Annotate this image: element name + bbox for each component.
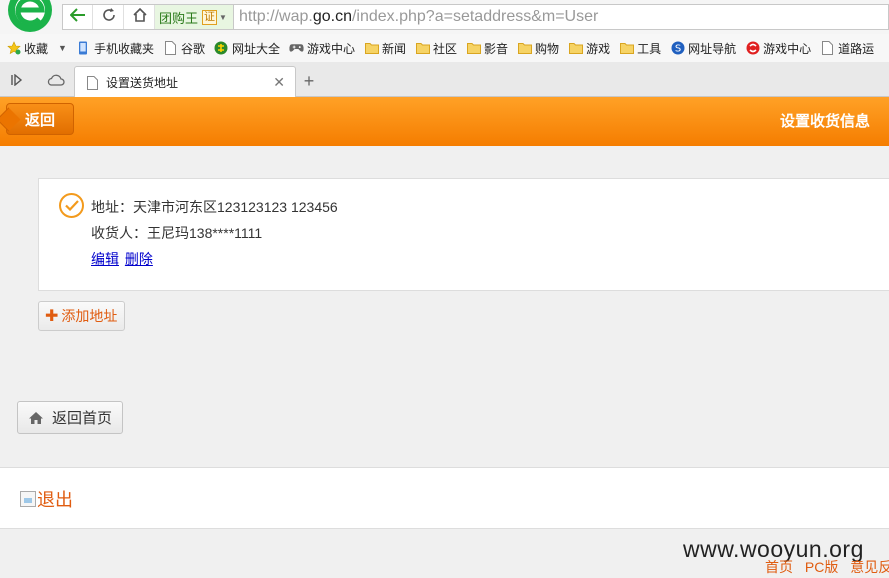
browser-logo-icon [6,0,54,34]
bookmark-item[interactable]: 网址大全 [214,40,280,57]
star-icon [6,41,21,55]
back-nav-button[interactable] [63,5,93,29]
reload-button[interactable] [94,5,124,29]
footer-link-feedback[interactable]: 意见反馈 [850,559,889,575]
address-actions: 编辑 删除 [91,249,155,269]
return-home-label: 返回首页 [52,410,113,427]
bookmark-item[interactable]: 手机收藏夹 [76,40,154,57]
close-icon[interactable]: ✕ [273,74,285,91]
bookmark-label: 影音 [484,41,509,56]
new-tab-button[interactable]: + [298,71,320,91]
reload-icon [102,7,116,27]
bookmark-label: 网址大全 [231,41,280,56]
bookmark-label: 新闻 [382,41,407,56]
bookmark-label: 游戏中心 [306,41,355,56]
svg-text:S: S [674,44,680,55]
plus-icon: ✚ [45,308,59,325]
sidebar-toggle-icon[interactable] [9,71,27,89]
tab-bar: 设置送货地址 ✕ + [0,62,889,98]
footer: 退出 [0,467,889,529]
bookmark-item[interactable]: 谷歌 [163,40,205,57]
bookmark-label: 收藏 [24,41,49,56]
globe-icon [214,41,229,55]
certificate-icon: 证 [202,9,218,25]
address-text: 地址：天津市河东区123123123 123456 [91,199,338,215]
bookmark-item[interactable]: 工具 [619,40,661,57]
folder-icon [466,41,481,55]
url-host: go.cn [312,8,352,25]
arrow-left-icon [69,7,86,27]
bookmark-label: 谷歌 [180,41,205,56]
site-badge-label: 团购王 [159,10,199,26]
gamepad-icon [289,41,304,55]
back-button[interactable]: 返回 [6,103,74,135]
folder-icon [568,41,583,55]
home-nav-button[interactable] [125,5,155,29]
checkmark-icon[interactable] [59,193,84,218]
bottom-links: 首页 PC版 意见反馈 [765,557,889,577]
return-home-button[interactable]: 返回首页 [17,401,123,434]
page-title: 设置收货信息 [779,113,870,130]
bookmark-label: 网址导航 [688,41,737,56]
broken-image-icon [20,491,36,507]
bookmark-label: 道路运 [838,41,875,56]
bookmark-item[interactable]: 影音 [466,40,508,57]
delete-link[interactable]: 删除 [125,251,153,267]
bookmark-item[interactable]: 游戏中心 [745,40,811,57]
back-button-label: 返回 [25,111,56,129]
address-card[interactable]: 地址：天津市河东区123123123 123456 收货人：王尼玛138****… [38,178,889,291]
tab-title: 设置送货地址 [106,76,179,90]
url-prefix: http://wap. [239,8,313,25]
page-icon [163,41,178,55]
url-path: /index.php?a=setaddress&m=User [351,8,599,25]
bookmarks-bar: 收藏 ▼ 手机收藏夹 谷歌 网址大全 游戏中心 新闻 社区 影音 购物 游戏 工… [0,34,889,62]
add-address-label: 添加地址 [61,308,118,324]
logout-link[interactable]: 退出 [20,486,73,512]
edit-link[interactable]: 编辑 [91,251,119,267]
bookmark-item[interactable]: S 网址导航 [670,40,736,57]
home-icon [28,411,44,425]
sogou-icon: S [670,41,685,55]
receiver-text: 收货人：王尼玛138****1111 [91,225,263,241]
bookmark-label: 购物 [535,41,560,56]
bookmark-label: 手机收藏夹 [93,41,154,56]
phone-icon [76,41,91,55]
logout-label: 退出 [37,490,73,510]
game-s-icon [745,41,760,55]
bookmark-item[interactable]: 收藏 ▼ [6,40,67,57]
url-text[interactable]: http://wap.go.cn/index.php?a=setaddress&… [239,5,598,29]
bookmark-label: 游戏中心 [763,41,812,56]
address-bar[interactable]: 团购王 证 ▼ http://wap.go.cn/index.php?a=set… [62,4,889,30]
add-address-button[interactable]: ✚ 添加地址 [38,301,125,331]
browser-address-row: 团购王 证 ▼ http://wap.go.cn/index.php?a=set… [0,0,889,34]
home-icon [132,7,147,27]
page-header: 返回 设置收货信息 [0,97,889,146]
dropdown-triangle-icon: ▼ [219,12,227,22]
tab-active[interactable]: 设置送货地址 ✕ [74,66,296,98]
footer-link-home[interactable]: 首页 [765,559,793,575]
bookmark-item[interactable]: 新闻 [364,40,406,57]
bookmark-label: 社区 [433,41,458,56]
site-identity-badge[interactable]: 团购王 证 ▼ [155,5,234,29]
cloud-icon[interactable] [47,71,65,89]
footer-link-pc[interactable]: PC版 [805,559,838,575]
bookmark-item[interactable]: 游戏 [568,40,610,57]
bookmark-item[interactable]: 游戏中心 [289,40,355,57]
bookmark-label: 游戏 [586,41,611,56]
folder-icon [619,41,634,55]
bookmark-item[interactable]: 社区 [415,40,457,57]
bookmark-label: 工具 [637,41,662,56]
page-icon [820,41,835,55]
folder-icon [364,41,379,55]
bookmark-item[interactable]: 购物 [517,40,559,57]
chevron-down-icon[interactable]: ▼ [58,43,67,53]
page-icon [87,75,98,90]
folder-icon [517,41,532,55]
bookmark-item[interactable]: 道路运 [820,40,874,57]
folder-icon [415,41,430,55]
